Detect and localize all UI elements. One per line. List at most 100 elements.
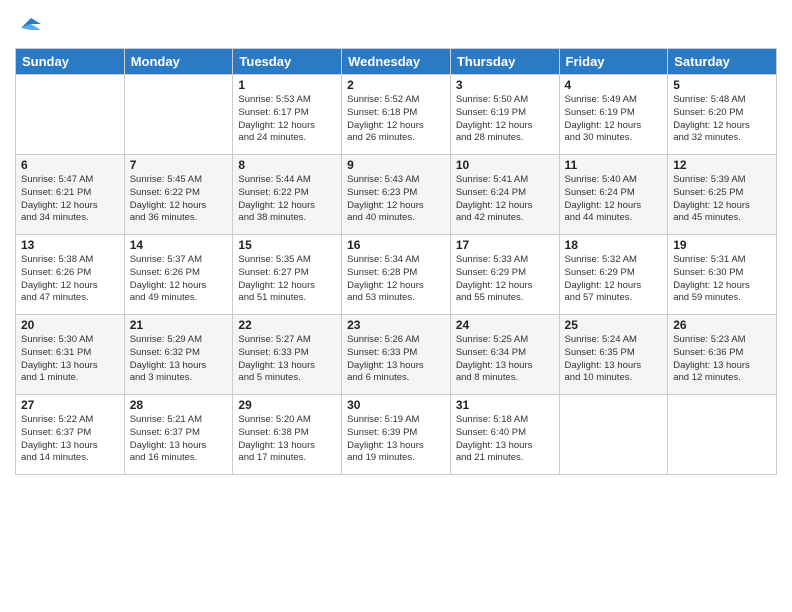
day-header-sunday: Sunday — [16, 49, 125, 75]
calendar-cell — [668, 395, 777, 475]
day-info: Sunrise: 5:44 AM Sunset: 6:22 PM Dayligh… — [238, 174, 336, 225]
day-info: Sunrise: 5:39 AM Sunset: 6:25 PM Dayligh… — [673, 174, 771, 225]
calendar-cell: 30 Sunrise: 5:19 AM Sunset: 6:39 PM Dayli… — [342, 395, 451, 475]
calendar-cell: 2Sunrise: 5:52 AM Sunset: 6:18 PM Daylig… — [342, 75, 451, 155]
calendar-cell — [16, 75, 125, 155]
day-header-wednesday: Wednesday — [342, 49, 451, 75]
day-info: Sunrise: 5:41 AM Sunset: 6:24 PM Dayligh… — [456, 174, 554, 225]
day-number: 26 — [673, 318, 771, 332]
calendar-cell: 8 Sunrise: 5:44 AM Sunset: 6:22 PM Daylig… — [233, 155, 342, 235]
logo-bird-icon — [17, 14, 41, 42]
day-number: 16 — [347, 238, 445, 252]
day-info: Sunrise: 5:23 AM Sunset: 6:36 PM Dayligh… — [673, 334, 771, 385]
header — [15, 10, 777, 42]
day-number: 11 — [565, 158, 663, 172]
calendar-cell: 27 Sunrise: 5:22 AM Sunset: 6:37 PM Dayli… — [16, 395, 125, 475]
calendar-cell: 11 Sunrise: 5:40 AM Sunset: 6:24 PM Dayli… — [559, 155, 668, 235]
day-info: Sunrise: 5:40 AM Sunset: 6:24 PM Dayligh… — [565, 174, 663, 225]
calendar-week-row: 6 Sunrise: 5:47 AM Sunset: 6:21 PM Daylig… — [16, 155, 777, 235]
calendar-cell: 15Sunrise: 5:35 AM Sunset: 6:27 PM Dayli… — [233, 235, 342, 315]
day-header-friday: Friday — [559, 49, 668, 75]
calendar-cell: 12 Sunrise: 5:39 AM Sunset: 6:25 PM Dayli… — [668, 155, 777, 235]
calendar-cell: 26 Sunrise: 5:23 AM Sunset: 6:36 PM Dayli… — [668, 315, 777, 395]
calendar-cell: 3 Sunrise: 5:50 AM Sunset: 6:19 PM Daylig… — [450, 75, 559, 155]
calendar-cell: 18 Sunrise: 5:32 AM Sunset: 6:29 PM Dayli… — [559, 235, 668, 315]
calendar-header-row: SundayMondayTuesdayWednesdayThursdayFrid… — [16, 49, 777, 75]
day-number: 28 — [130, 398, 228, 412]
day-number: 30 — [347, 398, 445, 412]
day-number: 10 — [456, 158, 554, 172]
day-info: Sunrise: 5:19 AM Sunset: 6:39 PM Dayligh… — [347, 414, 445, 465]
calendar-week-row: 27 Sunrise: 5:22 AM Sunset: 6:37 PM Dayli… — [16, 395, 777, 475]
calendar-cell: 10 Sunrise: 5:41 AM Sunset: 6:24 PM Dayli… — [450, 155, 559, 235]
day-number: 23 — [347, 318, 445, 332]
day-number: 25 — [565, 318, 663, 332]
logo — [15, 14, 41, 42]
calendar-cell: 14Sunrise: 5:37 AM Sunset: 6:26 PM Dayli… — [124, 235, 233, 315]
calendar-cell: 16Sunrise: 5:34 AM Sunset: 6:28 PM Dayli… — [342, 235, 451, 315]
calendar-cell: 31Sunrise: 5:18 AM Sunset: 6:40 PM Dayli… — [450, 395, 559, 475]
day-info: Sunrise: 5:48 AM Sunset: 6:20 PM Dayligh… — [673, 94, 771, 145]
day-info: Sunrise: 5:53 AM Sunset: 6:17 PM Dayligh… — [238, 94, 336, 145]
day-number: 4 — [565, 78, 663, 92]
calendar-cell: 7Sunrise: 5:45 AM Sunset: 6:22 PM Daylig… — [124, 155, 233, 235]
day-info: Sunrise: 5:43 AM Sunset: 6:23 PM Dayligh… — [347, 174, 445, 225]
calendar-cell: 25 Sunrise: 5:24 AM Sunset: 6:35 PM Dayli… — [559, 315, 668, 395]
day-info: Sunrise: 5:32 AM Sunset: 6:29 PM Dayligh… — [565, 254, 663, 305]
day-header-tuesday: Tuesday — [233, 49, 342, 75]
day-number: 18 — [565, 238, 663, 252]
calendar-cell — [124, 75, 233, 155]
calendar-week-row: 20 Sunrise: 5:30 AM Sunset: 6:31 PM Dayli… — [16, 315, 777, 395]
calendar-table: SundayMondayTuesdayWednesdayThursdayFrid… — [15, 48, 777, 475]
page: SundayMondayTuesdayWednesdayThursdayFrid… — [0, 0, 792, 612]
day-number: 19 — [673, 238, 771, 252]
day-info: Sunrise: 5:47 AM Sunset: 6:21 PM Dayligh… — [21, 174, 119, 225]
calendar-cell — [559, 395, 668, 475]
day-number: 6 — [21, 158, 119, 172]
day-number: 3 — [456, 78, 554, 92]
day-number: 24 — [456, 318, 554, 332]
day-info: Sunrise: 5:29 AM Sunset: 6:32 PM Dayligh… — [130, 334, 228, 385]
day-number: 5 — [673, 78, 771, 92]
day-info: Sunrise: 5:37 AM Sunset: 6:26 PM Dayligh… — [130, 254, 228, 305]
day-header-saturday: Saturday — [668, 49, 777, 75]
day-number: 31 — [456, 398, 554, 412]
day-header-thursday: Thursday — [450, 49, 559, 75]
calendar-cell: 20 Sunrise: 5:30 AM Sunset: 6:31 PM Dayli… — [16, 315, 125, 395]
day-number: 20 — [21, 318, 119, 332]
day-number: 1 — [238, 78, 336, 92]
day-info: Sunrise: 5:38 AM Sunset: 6:26 PM Dayligh… — [21, 254, 119, 305]
calendar-week-row: 1 Sunrise: 5:53 AM Sunset: 6:17 PM Daylig… — [16, 75, 777, 155]
calendar-cell: 13 Sunrise: 5:38 AM Sunset: 6:26 PM Dayli… — [16, 235, 125, 315]
day-number: 12 — [673, 158, 771, 172]
day-info: Sunrise: 5:24 AM Sunset: 6:35 PM Dayligh… — [565, 334, 663, 385]
calendar-cell: 29Sunrise: 5:20 AM Sunset: 6:38 PM Dayli… — [233, 395, 342, 475]
day-info: Sunrise: 5:27 AM Sunset: 6:33 PM Dayligh… — [238, 334, 336, 385]
day-number: 8 — [238, 158, 336, 172]
day-number: 22 — [238, 318, 336, 332]
day-number: 2 — [347, 78, 445, 92]
day-info: Sunrise: 5:31 AM Sunset: 6:30 PM Dayligh… — [673, 254, 771, 305]
day-info: Sunrise: 5:33 AM Sunset: 6:29 PM Dayligh… — [456, 254, 554, 305]
calendar-cell: 22 Sunrise: 5:27 AM Sunset: 6:33 PM Dayli… — [233, 315, 342, 395]
day-info: Sunrise: 5:30 AM Sunset: 6:31 PM Dayligh… — [21, 334, 119, 385]
calendar-cell: 9 Sunrise: 5:43 AM Sunset: 6:23 PM Daylig… — [342, 155, 451, 235]
calendar-cell: 28 Sunrise: 5:21 AM Sunset: 6:37 PM Dayli… — [124, 395, 233, 475]
day-number: 27 — [21, 398, 119, 412]
calendar-cell: 23Sunrise: 5:26 AM Sunset: 6:33 PM Dayli… — [342, 315, 451, 395]
day-number: 13 — [21, 238, 119, 252]
day-info: Sunrise: 5:49 AM Sunset: 6:19 PM Dayligh… — [565, 94, 663, 145]
calendar-cell: 24Sunrise: 5:25 AM Sunset: 6:34 PM Dayli… — [450, 315, 559, 395]
day-info: Sunrise: 5:22 AM Sunset: 6:37 PM Dayligh… — [21, 414, 119, 465]
day-info: Sunrise: 5:50 AM Sunset: 6:19 PM Dayligh… — [456, 94, 554, 145]
calendar-cell: 1 Sunrise: 5:53 AM Sunset: 6:17 PM Daylig… — [233, 75, 342, 155]
calendar-cell: 19 Sunrise: 5:31 AM Sunset: 6:30 PM Dayli… — [668, 235, 777, 315]
day-number: 9 — [347, 158, 445, 172]
calendar-cell: 21Sunrise: 5:29 AM Sunset: 6:32 PM Dayli… — [124, 315, 233, 395]
calendar-week-row: 13 Sunrise: 5:38 AM Sunset: 6:26 PM Dayli… — [16, 235, 777, 315]
day-info: Sunrise: 5:21 AM Sunset: 6:37 PM Dayligh… — [130, 414, 228, 465]
day-number: 7 — [130, 158, 228, 172]
day-header-monday: Monday — [124, 49, 233, 75]
day-info: Sunrise: 5:35 AM Sunset: 6:27 PM Dayligh… — [238, 254, 336, 305]
calendar-cell: 17Sunrise: 5:33 AM Sunset: 6:29 PM Dayli… — [450, 235, 559, 315]
